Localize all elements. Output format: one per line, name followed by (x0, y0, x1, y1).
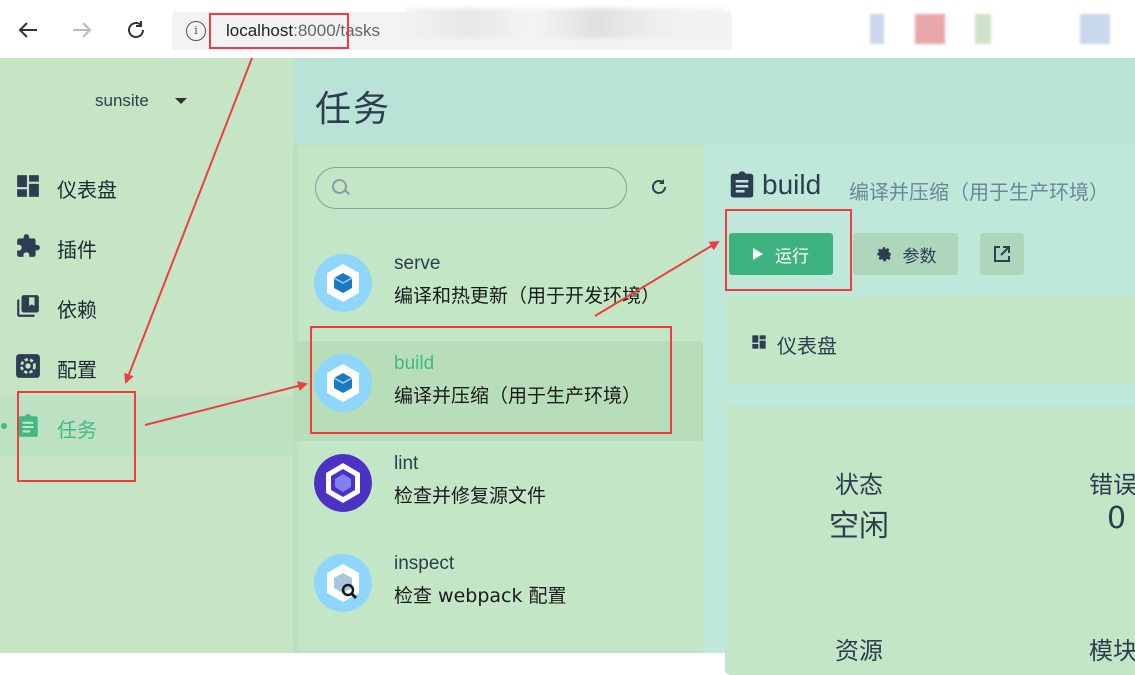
clipboard-icon (730, 171, 754, 198)
sidebar-item-label: 配置 (57, 358, 97, 382)
gear-icon (16, 354, 40, 378)
task-item-inspect[interactable]: inspect 检查 webpack 配置 (293, 541, 703, 641)
blurred-bookmark (870, 14, 884, 44)
run-label: 运行 (775, 246, 809, 267)
webpack-inspect-icon (314, 554, 372, 612)
project-selector[interactable]: sunsite (95, 91, 149, 111)
clipboard-icon (18, 414, 38, 437)
stat-errors-value: 0 (1107, 501, 1127, 536)
task-item-build[interactable]: build 编译并压缩（用于生产环境） (293, 341, 703, 441)
dashboard-tab[interactable]: 仪表盘 (725, 297, 1135, 383)
task-description: 检查并修复源文件 (394, 485, 547, 507)
sidebar-item-tasks[interactable]: 任务 (0, 396, 293, 456)
run-task-button[interactable]: 运行 (729, 233, 833, 275)
sidebar-item-config[interactable]: 配置 (0, 336, 293, 396)
task-description: 编译和热更新（用于开发环境） (394, 285, 661, 307)
url-text: localhost:8000/tasks (226, 21, 380, 41)
back-arrow-icon (18, 22, 37, 38)
task-detail-name: build (762, 169, 822, 200)
gear-icon (876, 247, 891, 262)
task-description: 检查 webpack 配置 (394, 585, 567, 607)
url-port: :8000 (293, 21, 336, 40)
browser-toolbar: i localhost:8000/tasks (0, 0, 1135, 59)
search-input[interactable] (315, 167, 627, 209)
task-name: build (394, 353, 435, 374)
stats-card: 状态 空闲 错误 0 资源 模块 (725, 405, 1135, 675)
url-host: localhost (226, 21, 294, 40)
task-description: 编译并压缩（用于生产环境） (394, 385, 642, 407)
sidebar: sunsite 仪表盘 插件 依赖 配置 任务 (0, 58, 293, 653)
stat-status-label: 状态 (835, 471, 883, 499)
sidebar-item-label: 插件 (57, 238, 97, 262)
search-icon (332, 179, 347, 194)
task-name: serve (394, 253, 441, 274)
site-info-icon[interactable]: i (186, 21, 206, 41)
task-list-panel: serve 编译和热更新（用于开发环境） build 编译并压缩（用于生产环境）… (293, 143, 703, 653)
caret-down-icon[interactable] (175, 98, 187, 104)
puzzle-icon (17, 234, 40, 257)
blurred-region (405, 8, 725, 38)
sidebar-item-label: 依赖 (57, 298, 97, 322)
reload-button[interactable] (120, 14, 152, 46)
task-name: inspect (394, 553, 455, 574)
sidebar-item-plugins[interactable]: 插件 (0, 216, 293, 276)
dashboard-label: 仪表盘 (777, 334, 837, 358)
reload-icon (128, 21, 144, 38)
external-link-icon (994, 246, 1010, 262)
stat-errors-label: 错误 (1089, 471, 1135, 499)
play-icon (753, 248, 763, 260)
refresh-icon[interactable] (649, 177, 669, 197)
dashboard-icon (17, 175, 39, 197)
task-item-serve[interactable]: serve 编译和热更新（用于开发环境） (293, 241, 703, 341)
sidebar-item-dependencies[interactable]: 依赖 (0, 276, 293, 336)
stat-assets-label: 资源 (835, 637, 883, 665)
sidebar-item-label: 任务 (57, 418, 97, 442)
parameters-button[interactable]: 参数 (853, 233, 958, 275)
page-header: 任务 (293, 58, 1135, 143)
sidebar-item-dashboard[interactable]: 仪表盘 (0, 156, 293, 216)
forward-button[interactable] (66, 14, 98, 46)
webpack-icon (314, 254, 372, 312)
blurred-bookmark (915, 14, 945, 44)
active-indicator (1, 423, 7, 429)
parameters-label: 参数 (902, 246, 937, 267)
forward-arrow-icon (73, 22, 92, 38)
task-item-lint[interactable]: lint 检查并修复源文件 (293, 441, 703, 541)
dashboard-icon (752, 335, 766, 349)
task-name: lint (394, 453, 419, 474)
url-path: /tasks (335, 21, 381, 40)
library-icon (17, 295, 39, 317)
back-button[interactable] (12, 14, 44, 46)
blurred-bookmark (975, 14, 991, 44)
webpack-icon (314, 354, 372, 412)
eslint-icon (314, 454, 372, 512)
page-title: 任务 (315, 89, 392, 130)
open-external-button[interactable] (980, 233, 1024, 275)
task-detail-panel: build 编译并压缩（用于生产环境） 运行 参数 仪表盘 状态 空闲 错误 0… (703, 143, 1135, 675)
task-detail-description: 编译并压缩（用于生产环境） (849, 180, 1109, 204)
stat-status-value: 空闲 (829, 509, 889, 544)
blurred-bookmark (1080, 14, 1110, 44)
stat-modules-label: 模块 (1089, 637, 1135, 665)
sidebar-item-label: 仪表盘 (57, 178, 117, 202)
